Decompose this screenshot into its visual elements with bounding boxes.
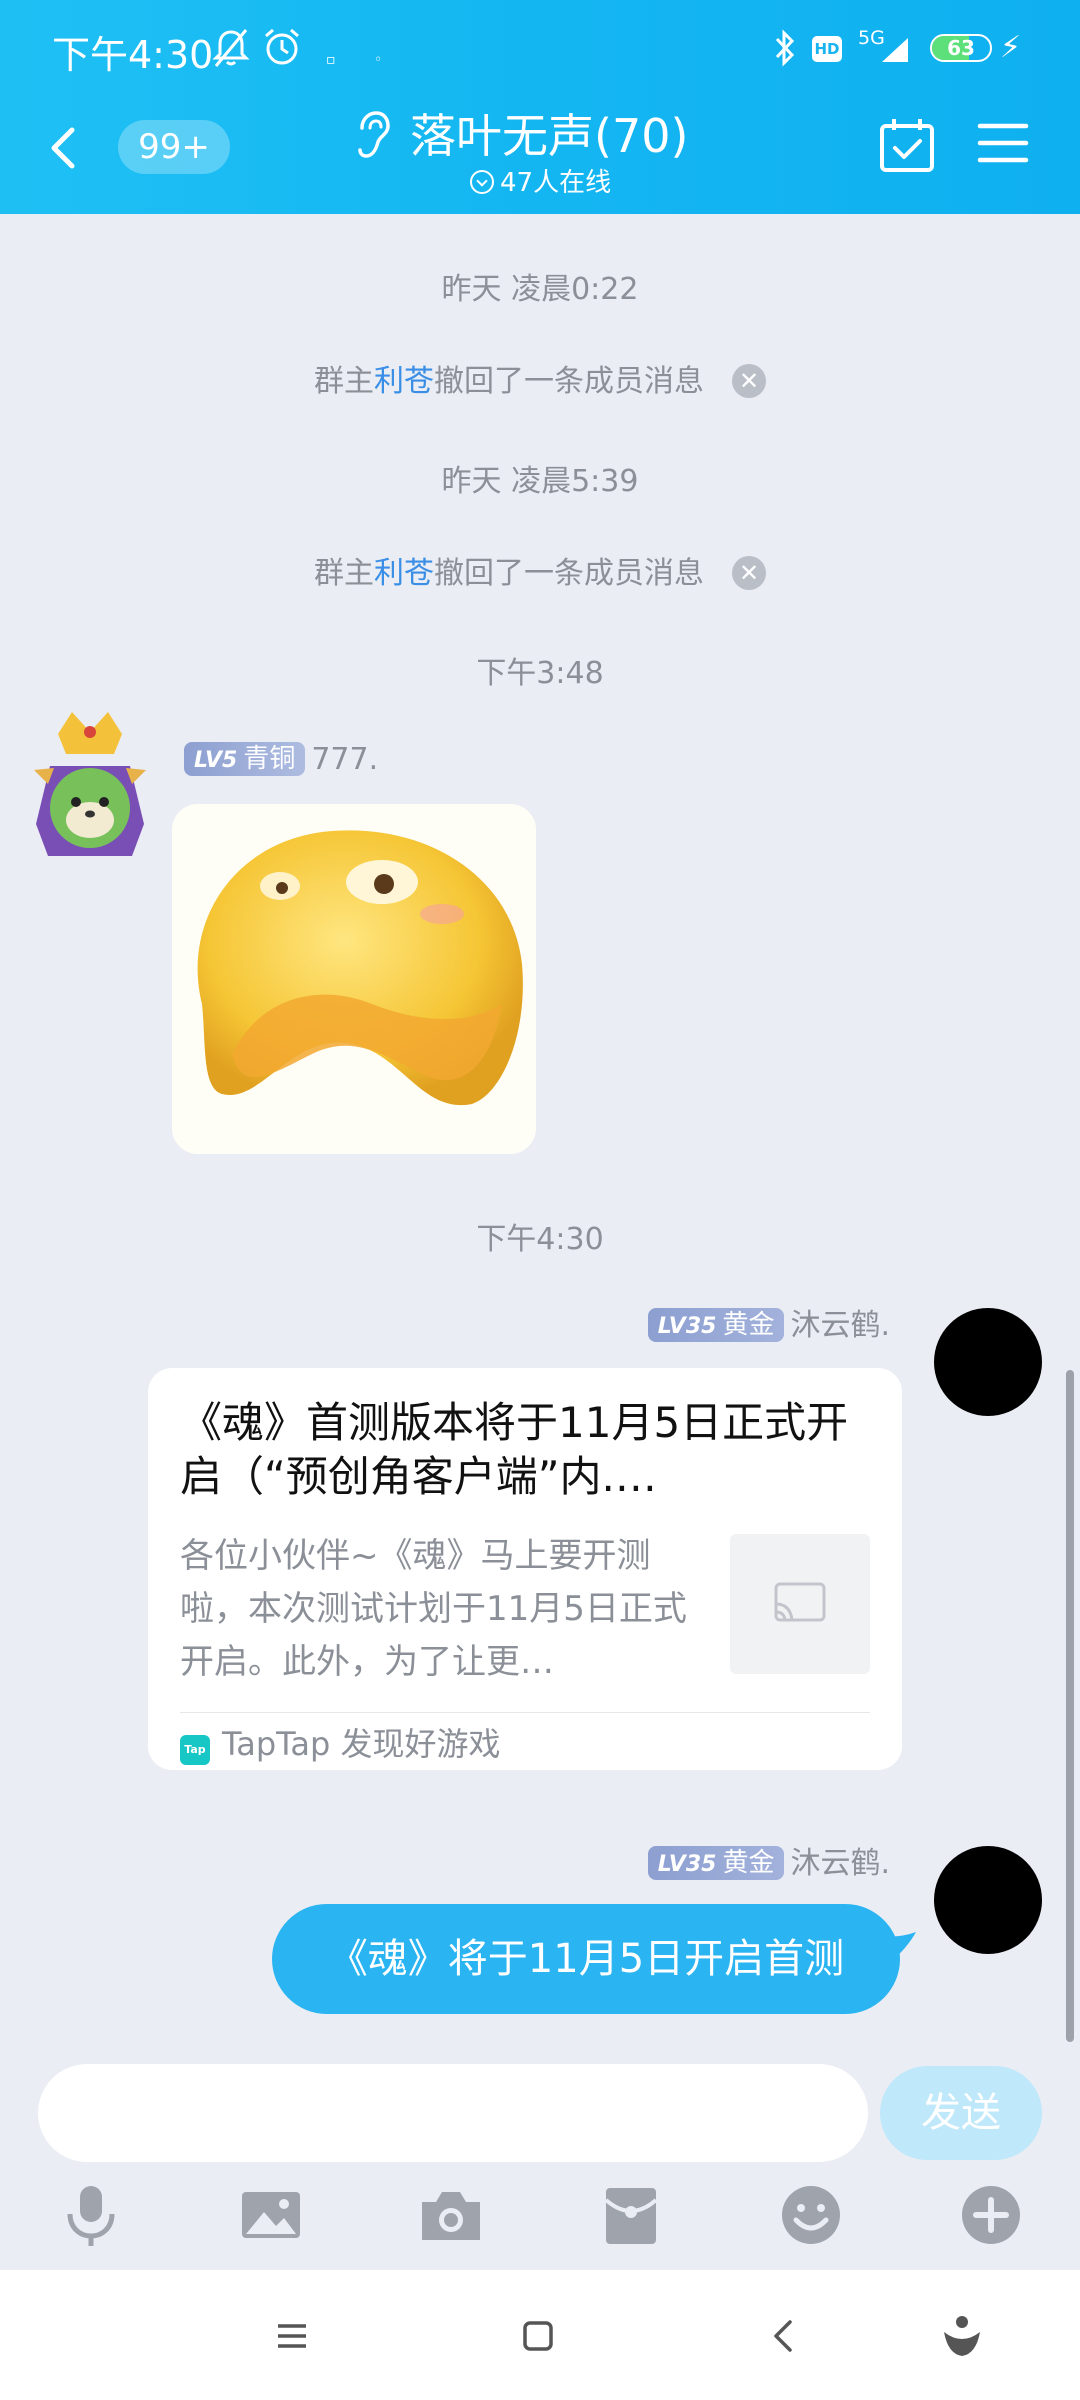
camera-icon[interactable] bbox=[416, 2180, 486, 2250]
image-placeholder-icon bbox=[774, 1582, 826, 1622]
scrollbar[interactable] bbox=[1066, 1370, 1074, 2042]
emoji-icon[interactable] bbox=[776, 2180, 846, 2250]
time-separator: 昨天 凌晨0:22 bbox=[441, 272, 639, 307]
back-chevron-icon[interactable] bbox=[754, 2306, 814, 2366]
status-time: 下午4:30 bbox=[52, 33, 214, 77]
time-separator: 下午3:48 bbox=[476, 656, 604, 691]
online-check-icon bbox=[470, 170, 494, 194]
bubble-tail bbox=[880, 1932, 916, 1966]
chat-area[interactable]: 昨天 凌晨0:22 群主利苍撤回了一条成员消息 ✕ 昨天 凌晨5:39 群主利苍撤… bbox=[0, 214, 1080, 2044]
battery-level: 63 bbox=[947, 36, 975, 60]
sender-name[interactable]: 沐云鹤. bbox=[790, 1308, 890, 1343]
avatar[interactable] bbox=[934, 1846, 1042, 1954]
menu-lines-icon[interactable] bbox=[262, 2306, 322, 2366]
share-card[interactable]: 《魂》首测版本将于11月5日正式开启（“预创角客户端”内.… 各位小伙伴~《魂》… bbox=[148, 1368, 902, 1770]
level-badge: LV35 黄金 bbox=[647, 1846, 785, 1880]
sender-row: LV5 青铜 777. bbox=[184, 742, 378, 777]
signal-icon bbox=[882, 38, 908, 62]
charging-icon: ⚡ bbox=[1000, 30, 1022, 65]
card-source: Tap TapTap 发现好游戏 bbox=[180, 1718, 501, 1770]
send-button[interactable]: 发送 bbox=[880, 2066, 1042, 2160]
calendar-check-icon[interactable] bbox=[878, 116, 936, 174]
level-rank: 青铜 bbox=[243, 744, 296, 774]
message-input[interactable] bbox=[38, 2064, 868, 2162]
level-number: LV35 bbox=[657, 1852, 717, 1877]
message-bubble[interactable]: 《魂》将于11月5日开启首测 bbox=[272, 1904, 900, 2014]
group-title-area[interactable]: 落叶无声(70) 47人在线 bbox=[340, 96, 740, 206]
sys-prefix: 群主 bbox=[314, 556, 374, 591]
system-message: 群主利苍撤回了一条成员消息 ✕ bbox=[0, 548, 1080, 592]
group-title: 落叶无声(70) bbox=[410, 109, 689, 163]
level-badge: LV35 黄金 bbox=[647, 1308, 785, 1342]
sender-name[interactable]: 沐云鹤. bbox=[790, 1846, 890, 1881]
avatar[interactable] bbox=[28, 706, 152, 866]
sticker-image[interactable] bbox=[172, 804, 536, 1154]
divider bbox=[180, 1712, 870, 1713]
image-icon[interactable] bbox=[236, 2180, 306, 2250]
notification-dot-icon: ◦ bbox=[374, 52, 383, 68]
card-title: 《魂》首测版本将于11月5日正式开启（“预创角客户端”内.… bbox=[180, 1398, 849, 1501]
online-count-text: 47人在线 bbox=[500, 168, 612, 198]
taptap-logo-icon: Tap bbox=[180, 1735, 210, 1765]
level-number: LV35 bbox=[657, 1314, 717, 1339]
admin-name-link[interactable]: 利苍 bbox=[374, 364, 434, 399]
unread-count-badge[interactable]: 99+ bbox=[118, 120, 230, 174]
bluetooth-icon bbox=[775, 29, 795, 67]
sender-name[interactable]: 777. bbox=[311, 742, 378, 777]
battery-indicator: 63 bbox=[930, 34, 992, 62]
alarm-icon bbox=[265, 28, 299, 65]
ear-icon bbox=[358, 111, 390, 158]
hd-badge: HD bbox=[812, 36, 842, 62]
plus-icon[interactable] bbox=[956, 2180, 1026, 2250]
sender-row: LV35 黄金 沐云鹤. bbox=[647, 1838, 890, 1882]
duck-sticker-icon bbox=[172, 804, 536, 1154]
system-navbar bbox=[0, 2270, 1080, 2400]
home-square-icon[interactable] bbox=[508, 2306, 568, 2366]
sender-row: LV35 黄金 沐云鹤. bbox=[647, 1300, 890, 1344]
sys-suffix: 撤回了一条成员消息 bbox=[434, 556, 704, 591]
assistant-icon[interactable] bbox=[932, 2306, 992, 2366]
notification-dot-icon: ▫ bbox=[326, 52, 336, 68]
card-source-text: TapTap 发现好游戏 bbox=[222, 1725, 501, 1763]
system-message: 群主利苍撤回了一条成员消息 ✕ bbox=[0, 356, 1080, 400]
close-icon[interactable]: ✕ bbox=[732, 364, 766, 398]
card-description: 各位小伙伴~《魂》马上要开测啦，本次测试计划于11月5日正式开启。此外，为了让更… bbox=[180, 1536, 687, 1682]
mute-bell-icon bbox=[212, 29, 250, 67]
close-icon[interactable]: ✕ bbox=[732, 556, 766, 590]
red-packet-icon[interactable] bbox=[596, 2180, 666, 2250]
sys-suffix: 撤回了一条成员消息 bbox=[434, 364, 704, 399]
top-bar: 下午4:30 ▫ ◦ HD 5G 63 ⚡ 99+ 落叶无声(70) 47人在线 bbox=[0, 0, 1080, 214]
card-thumbnail bbox=[730, 1534, 870, 1674]
level-number: LV5 bbox=[194, 748, 238, 773]
sys-prefix: 群主 bbox=[314, 364, 374, 399]
level-rank: 黄金 bbox=[722, 1310, 775, 1340]
admin-name-link[interactable]: 利苍 bbox=[374, 556, 434, 591]
avatar[interactable] bbox=[934, 1308, 1042, 1416]
microphone-icon[interactable] bbox=[56, 2180, 126, 2250]
back-button[interactable] bbox=[40, 118, 86, 178]
status-bar: 下午4:30 ▫ ◦ HD 5G 63 ⚡ bbox=[0, 0, 1080, 96]
menu-icon[interactable] bbox=[976, 118, 1030, 168]
time-separator: 下午4:30 bbox=[476, 1222, 604, 1257]
time-separator: 昨天 凌晨5:39 bbox=[441, 464, 639, 499]
online-count: 47人在线 bbox=[470, 162, 611, 199]
level-badge: LV5 青铜 bbox=[184, 742, 306, 776]
level-rank: 黄金 bbox=[722, 1848, 775, 1878]
